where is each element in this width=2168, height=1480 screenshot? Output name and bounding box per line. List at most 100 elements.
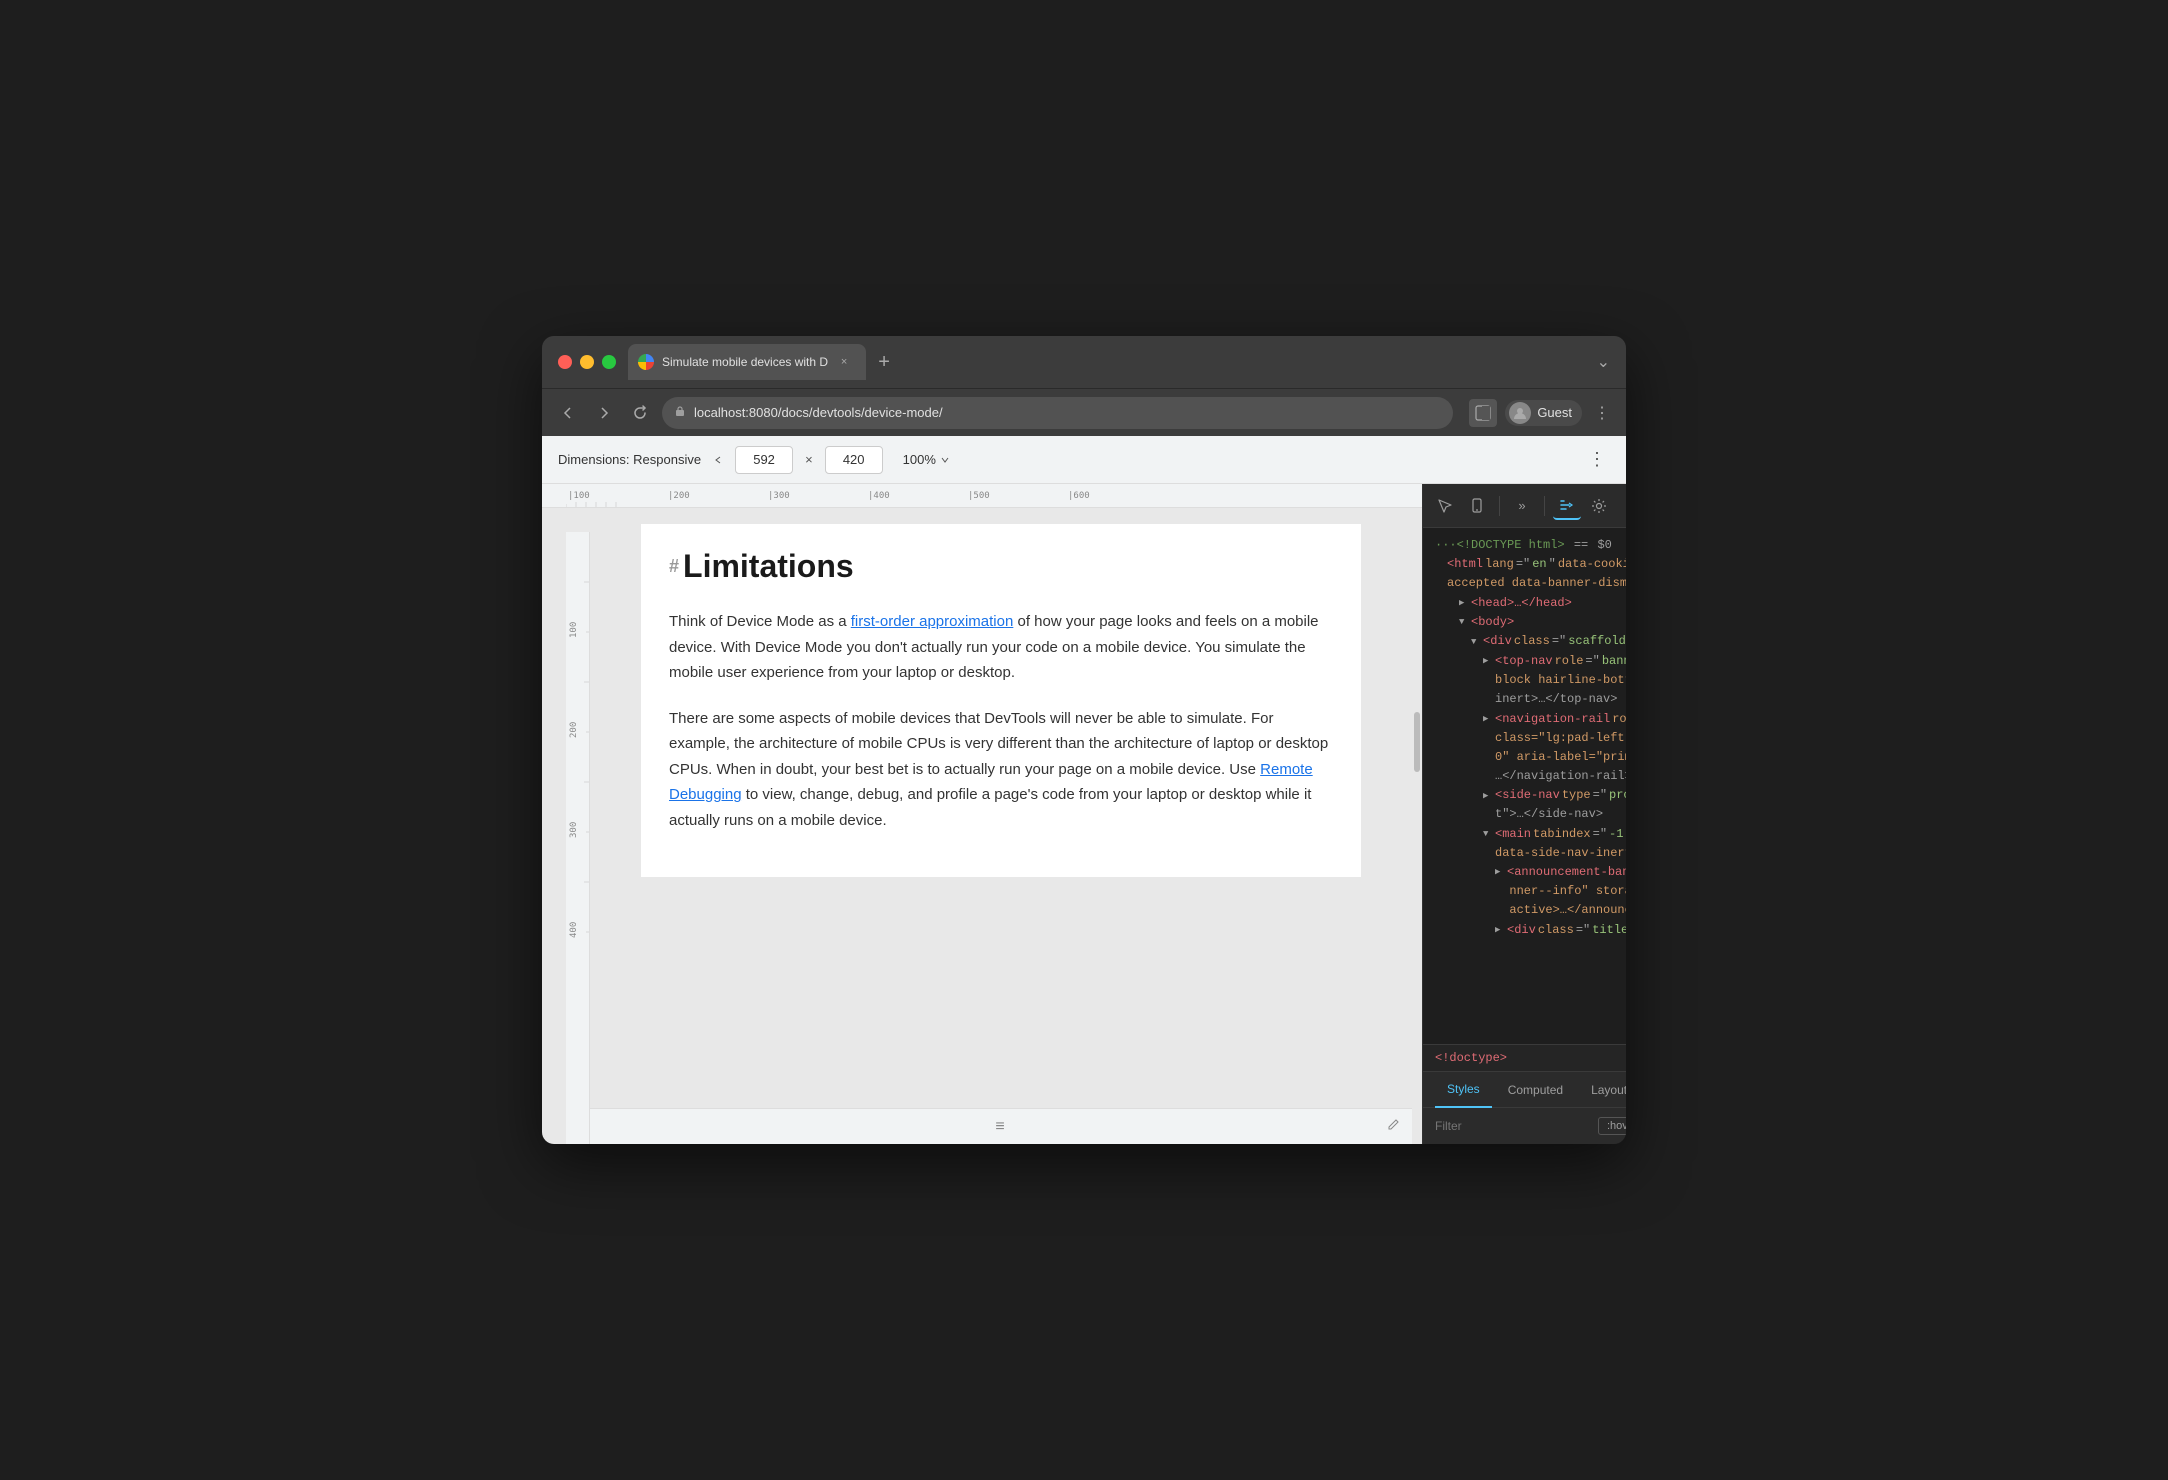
- page-heading: # Limitations: [669, 548, 1333, 585]
- para2-text-before: There are some aspects of mobile devices…: [669, 710, 1328, 778]
- zoom-value: 100%: [903, 452, 936, 467]
- browser-menu-button[interactable]: ⋮: [1590, 399, 1614, 427]
- forward-button[interactable]: [590, 399, 618, 427]
- html-line-announce2: nner--info" storage-key="us: [1435, 882, 1626, 901]
- tab-computed[interactable]: Computed: [1496, 1072, 1575, 1108]
- page-view: |100 |200 |300 |400 |500 |600: [542, 484, 1422, 1144]
- svg-text:100: 100: [569, 622, 579, 638]
- html-line-navrail: ▶ <navigation-rail role="naviga: [1435, 710, 1626, 729]
- page-frame: # Limitations Think of Device Mode as a …: [641, 524, 1361, 877]
- traffic-lights: [558, 355, 616, 369]
- svg-text:300: 300: [569, 822, 579, 838]
- html-line-sidenav: ▶ <side-nav type="project" view: [1435, 786, 1626, 805]
- html-line-main2: data-side-nav-inert data-sear: [1435, 844, 1626, 863]
- nav-bar: localhost:8080/docs/devtools/device-mode…: [542, 388, 1626, 436]
- width-input[interactable]: [735, 446, 793, 474]
- edit-icon[interactable]: [1386, 1118, 1400, 1135]
- svg-text:|100: |100: [568, 491, 590, 501]
- device-toolbar: Dimensions: Responsive × 100% ⋮: [542, 436, 1626, 484]
- page-content-wrapper: # Limitations Think of Device Mode as a …: [590, 508, 1412, 1108]
- height-input[interactable]: [825, 446, 883, 474]
- toolbar-separator-1: [1499, 496, 1500, 516]
- minimize-traffic-light[interactable]: [580, 355, 594, 369]
- tab-layout[interactable]: Layout: [1579, 1072, 1626, 1108]
- svg-text:|200: |200: [668, 491, 690, 501]
- devtools-panel-tabs: Styles Computed Layout »: [1423, 1072, 1626, 1108]
- reload-button[interactable]: [626, 399, 654, 427]
- para1-text-before: Think of Device Mode as a: [669, 613, 851, 630]
- browser-window: Simulate mobile devices with D × + ⌄ loc…: [542, 336, 1626, 1144]
- html-line-navrail3: 0" aria-label="primary" tabin: [1435, 748, 1626, 767]
- tab-favicon: [638, 354, 654, 370]
- html-line-announce: ▶ <announcement-banner class=: [1435, 863, 1626, 882]
- styles-filter-input[interactable]: [1435, 1119, 1590, 1133]
- zoom-selector[interactable]: 100%: [895, 448, 958, 471]
- paragraph-2: There are some aspects of mobile devices…: [669, 706, 1333, 834]
- lock-icon: [674, 405, 686, 420]
- html-line-navrail4: …</navigation-rail>: [1435, 767, 1626, 786]
- devtools-bottom: <!doctype> Styles Computed Layout »: [1423, 1044, 1626, 1144]
- inspect-tool-button[interactable]: [1431, 492, 1459, 520]
- back-button[interactable]: [554, 399, 582, 427]
- toolbar-separator-2: [1544, 496, 1545, 516]
- settings-button[interactable]: [1585, 492, 1613, 520]
- page-scrollbar[interactable]: [1412, 532, 1422, 1144]
- maximize-traffic-light[interactable]: [602, 355, 616, 369]
- profile-button[interactable]: Guest: [1505, 400, 1582, 426]
- profile-avatar: [1509, 402, 1531, 424]
- horizontal-ruler: |100 |200 |300 |400 |500 |600: [542, 484, 1422, 508]
- selected-element-display: <!doctype>: [1423, 1045, 1626, 1072]
- styles-filter-bar: :hov .cls +: [1423, 1108, 1626, 1144]
- tab-bar: Simulate mobile devices with D × + ⌄: [628, 344, 1610, 380]
- profile-name: Guest: [1537, 405, 1572, 420]
- toolbar-more-button[interactable]: ⋮: [1584, 445, 1610, 474]
- page-bottom-bar: ≡: [590, 1108, 1412, 1144]
- active-tab[interactable]: Simulate mobile devices with D ×: [628, 344, 866, 380]
- html-line-doctype: ···<!DOCTYPE html> == $0: [1435, 536, 1626, 555]
- html-line-topnav3: inert>…</top-nav>: [1435, 690, 1626, 709]
- svg-text:|500: |500: [968, 491, 990, 501]
- para2-text-after: to view, change, debug, and profile a pa…: [669, 786, 1311, 829]
- dimension-separator: ×: [805, 452, 813, 467]
- svg-text:400: 400: [569, 922, 579, 938]
- first-order-link[interactable]: first-order approximation: [851, 613, 1014, 630]
- svg-text:|300: |300: [768, 491, 790, 501]
- html-line-titlebar: ▶ <div class="title-bar displ: [1435, 921, 1626, 940]
- html-line-head: ▶ <head>…</head>: [1435, 594, 1626, 613]
- html-line-topnav: ▶ <top-nav role="banner" class=: [1435, 652, 1626, 671]
- new-tab-button[interactable]: +: [870, 348, 898, 376]
- title-bar: Simulate mobile devices with D × + ⌄: [542, 336, 1626, 388]
- tab-menu-button[interactable]: ⌄: [1597, 352, 1610, 372]
- device-mode-button[interactable]: [1463, 492, 1491, 520]
- svg-text:200: 200: [569, 722, 579, 738]
- tab-title: Simulate mobile devices with D: [662, 355, 828, 369]
- html-line-announce3: active>…</announcement-bann: [1435, 901, 1626, 920]
- content-area: 100 200 300 400: [566, 508, 1422, 1144]
- tab-close-button[interactable]: ×: [836, 354, 852, 370]
- vertical-ruler: 100 200 300 400: [566, 532, 590, 1144]
- drag-handle[interactable]: ≡: [995, 1118, 1006, 1136]
- svg-text:|400: |400: [868, 491, 890, 501]
- hov-filter-button[interactable]: :hov: [1598, 1117, 1626, 1135]
- scrollbar-thumb[interactable]: [1414, 712, 1420, 772]
- html-line-scaffold: ▼ <div class="scaffold"> grid: [1435, 632, 1626, 652]
- devtools-more-button[interactable]: ⋮: [1617, 492, 1626, 520]
- heading-anchor: #: [669, 556, 679, 577]
- main-area: |100 |200 |300 |400 |500 |600: [542, 484, 1626, 1144]
- html-line-sidenav2: t">…</side-nav>: [1435, 805, 1626, 824]
- html-line-topnav2: block hairline-bottom" data-s: [1435, 671, 1626, 690]
- devtools-toggle-button[interactable]: [1469, 399, 1497, 427]
- nav-actions: Guest ⋮: [1469, 399, 1614, 427]
- tab-styles[interactable]: Styles: [1435, 1072, 1492, 1108]
- elements-panel-button[interactable]: [1553, 492, 1581, 520]
- devtools-html-tree[interactable]: ···<!DOCTYPE html> == $0 <html lang="en"…: [1423, 528, 1626, 1044]
- address-bar[interactable]: localhost:8080/docs/devtools/device-mode…: [662, 397, 1453, 429]
- close-traffic-light[interactable]: [558, 355, 572, 369]
- dimensions-label: Dimensions: Responsive: [558, 452, 701, 467]
- html-line-html: <html lang="en" data-cookies-: [1435, 555, 1626, 574]
- paragraph-1: Think of Device Mode as a first-order ap…: [669, 609, 1333, 686]
- html-line-navrail2: class="lg:pad-left-200 lg:pad: [1435, 729, 1626, 748]
- more-tools-button[interactable]: »: [1508, 492, 1536, 520]
- html-line-main: ▼ <main tabindex="-1" id="main-: [1435, 825, 1626, 844]
- html-line-body: ▼ <body>: [1435, 613, 1626, 632]
